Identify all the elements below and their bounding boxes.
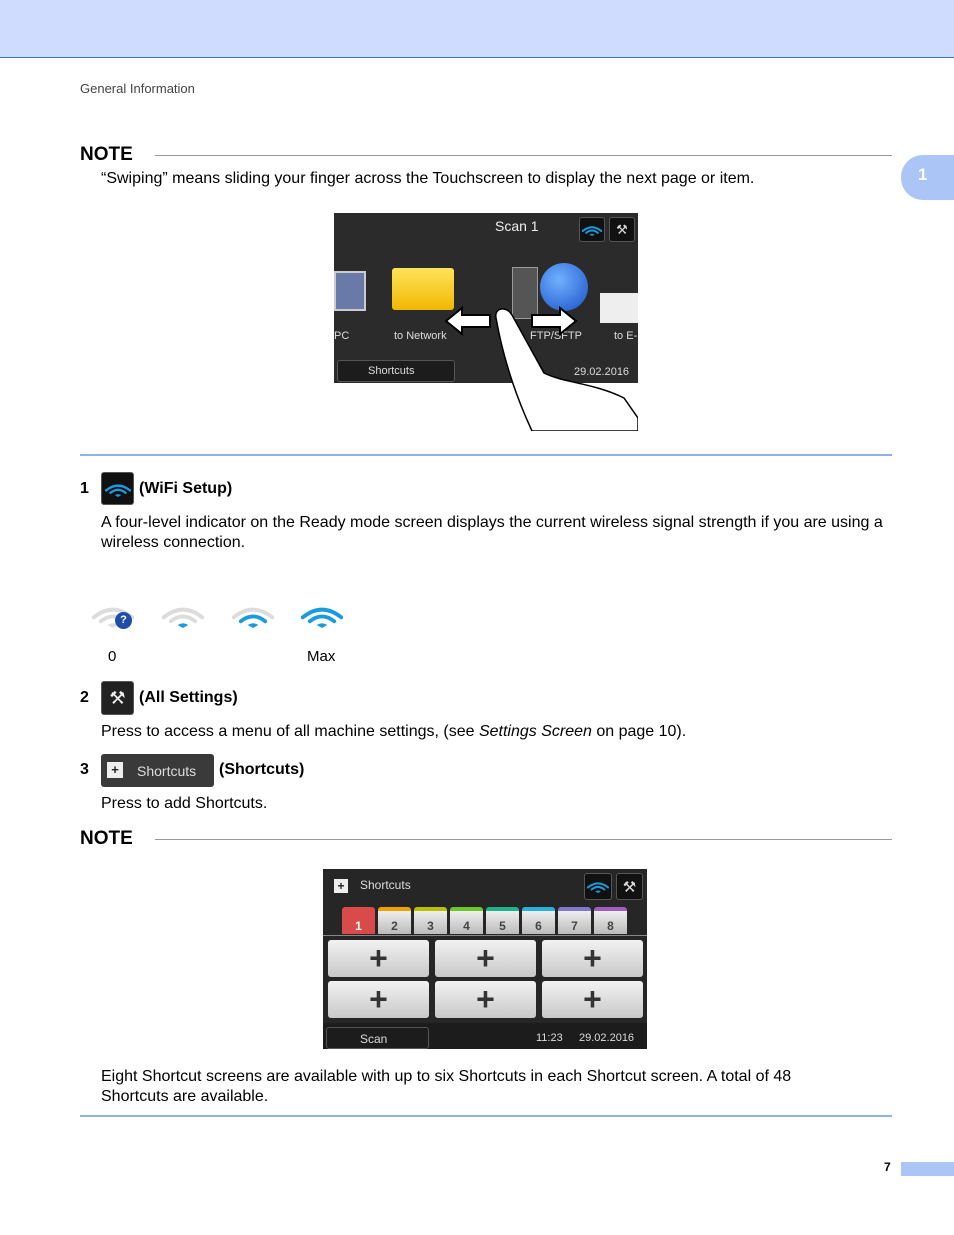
wifi-signal-icon [104, 483, 131, 497]
item-title: (WiFi Setup) [139, 480, 233, 497]
item-number: 2 [80, 689, 89, 706]
question-icon: ? [115, 612, 132, 629]
item-description: Press to add Shortcuts. [101, 795, 268, 812]
shortcut-tab-7: 7 [558, 907, 591, 934]
shortcuts-screen: + Shortcuts ⚒ 12345678 + + + + + + Scan 11:23… [323, 869, 647, 1049]
wifi-signal-icon [161, 607, 205, 628]
signal-level-3 [300, 602, 344, 635]
wifi-signal-icon [231, 607, 275, 628]
item-title: (Shortcuts) [219, 761, 305, 778]
wifi-setup-icon[interactable] [101, 472, 134, 505]
swipe-figure: Scan 1 ⚒ PC to Network FTP/SFTP to E-mai… [334, 213, 638, 431]
scale-max-label: Max [307, 648, 336, 665]
divider [155, 155, 892, 156]
section-divider [80, 1115, 892, 1117]
screen-title: Shortcuts [360, 878, 411, 892]
item-description: A four-level indicator on the Ready mode… [101, 514, 883, 551]
shortcut-tab-1: 1 [342, 907, 375, 934]
add-shortcut-button: + [435, 940, 536, 977]
shortcut-tab-6: 6 [522, 907, 555, 934]
chapter-tab[interactable]: 1 [901, 155, 954, 200]
shortcut-tab-3: 3 [414, 907, 447, 934]
add-shortcut-button: + [328, 940, 429, 977]
signal-level-2 [231, 602, 275, 635]
wifi-signal-icon [300, 607, 344, 628]
divider [155, 839, 892, 840]
shortcut-tab-2: 2 [378, 907, 411, 934]
note-text: “Swiping” means sliding your finger acro… [101, 170, 755, 187]
wifi-signal-icon [587, 882, 609, 893]
scale-min-label: 0 [108, 648, 117, 665]
all-settings-icon[interactable]: ⚒ [101, 681, 134, 715]
note-text: Eight Shortcut screens are available wit… [101, 1068, 792, 1105]
item-description: Press to access a menu of all machine se… [101, 723, 687, 740]
time: 11:23 [536, 1032, 563, 1044]
note-heading: NOTE [80, 828, 133, 849]
add-shortcut-button: + [328, 981, 429, 1018]
settings-screen-link[interactable]: Settings Screen [479, 723, 592, 740]
item-number: 3 [80, 761, 89, 778]
shortcuts-button[interactable]: + Shortcuts [101, 754, 214, 787]
signal-level-1 [161, 602, 205, 635]
add-shortcut-button: + [542, 981, 643, 1018]
note-heading: NOTE [80, 144, 133, 165]
finger-swipe-illustration [444, 305, 638, 431]
shortcut-tab-4: 4 [450, 907, 483, 934]
shortcuts-icon: + [334, 879, 348, 893]
item-number: 1 [80, 480, 89, 497]
page-bar [901, 1162, 954, 1176]
add-shortcut-button: + [435, 981, 536, 1018]
date: 29.02.2016 [579, 1032, 635, 1044]
add-shortcut-button: + [542, 940, 643, 977]
wifi-icon [584, 873, 612, 900]
shortcuts-icon: + [107, 762, 123, 778]
signal-level-0: ? [91, 602, 135, 635]
page-number: 7 [884, 1160, 891, 1174]
breadcrumb: General Information [80, 81, 195, 96]
page-header-band [0, 0, 954, 58]
scan-button: Scan [326, 1027, 429, 1049]
shortcut-tab-8: 8 [594, 907, 627, 934]
item-title: (All Settings) [139, 689, 238, 706]
section-divider [80, 454, 892, 456]
settings-tools-icon: ⚒ [616, 873, 643, 900]
shortcut-tab-5: 5 [486, 907, 519, 934]
